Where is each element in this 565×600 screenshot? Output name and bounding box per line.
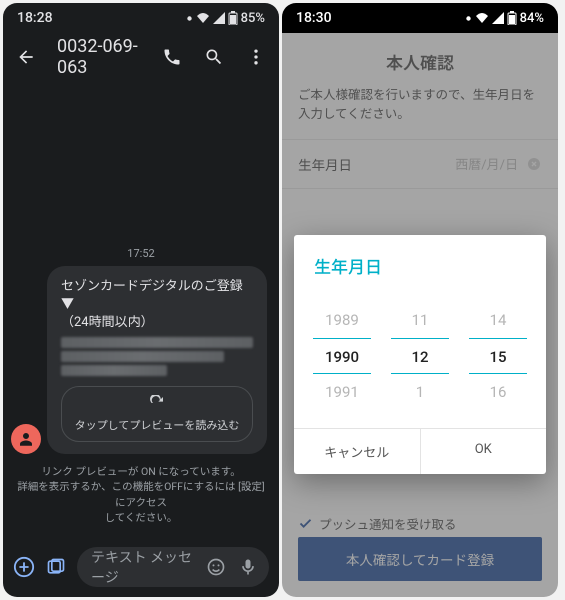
month-selected[interactable]: 12 (391, 338, 449, 374)
composer-bar: テキスト メッセージ (3, 541, 279, 597)
dot-icon (465, 15, 472, 22)
verification-app-screenshot: 18:30 84% 本人確認 ご本人様確認を行いますので、生年月日を入力してくだ… (282, 3, 558, 597)
gallery-icon[interactable] (45, 556, 67, 578)
message-body-redacted (61, 337, 253, 376)
person-icon (17, 430, 35, 448)
message-input[interactable]: テキスト メッセージ (77, 547, 269, 587)
message-input-placeholder: テキスト メッセージ (91, 547, 195, 587)
preview-reload-button[interactable]: タップしてプレビューを読み込む (61, 386, 253, 442)
status-icons: 85% (186, 11, 265, 26)
back-icon[interactable] (15, 46, 37, 68)
wifi-icon (475, 12, 489, 24)
year-prev[interactable]: 1989 (313, 302, 371, 338)
conversation-title: 0032-069-063 (57, 36, 141, 78)
messages-app-screenshot: 18:28 85% 0032-069-063 17:52 (3, 3, 279, 597)
status-battery: 85% (241, 11, 265, 26)
day-selected[interactable]: 15 (469, 338, 527, 374)
battery-icon (228, 11, 238, 25)
message-title: セゾンカードデジタルのご登録▼ （24時間以内） (61, 278, 253, 331)
ok-button[interactable]: OK (421, 429, 547, 474)
cancel-button[interactable]: キャンセル (294, 429, 421, 474)
sender-avatar[interactable] (11, 424, 41, 454)
status-time: 18:30 (296, 10, 332, 26)
preview-reload-label: タップしてプレビューを読み込む (75, 419, 240, 432)
link-preview-footnote: リンク プレビューが ON になっています。 詳細を表示するか、この機能をOFF… (17, 464, 265, 525)
year-selected[interactable]: 1990 (313, 338, 371, 374)
status-icons: 84% (465, 11, 544, 26)
add-icon[interactable] (13, 556, 35, 578)
conversation-toolbar: 0032-069-063 (3, 33, 279, 81)
date-picker-dialog: 生年月日 1989 1990 1991 11 12 1 14 15 16 (294, 235, 546, 474)
day-next[interactable]: 16 (469, 374, 527, 410)
emoji-icon[interactable] (205, 556, 227, 578)
dot-icon (186, 15, 193, 22)
search-icon[interactable] (203, 46, 225, 68)
message-timestamp: 17:52 (11, 247, 271, 260)
date-wheels: 1989 1990 1991 11 12 1 14 15 16 (294, 292, 546, 428)
status-bar: 18:28 85% (3, 3, 279, 33)
signal-icon (213, 12, 225, 24)
conversation-area: 17:52 セゾンカードデジタルのご登録▼ （24時間以内） タップしてプレビュ… (3, 81, 279, 541)
signal-icon (492, 12, 504, 24)
year-wheel[interactable]: 1989 1990 1991 (313, 302, 371, 410)
month-next[interactable]: 1 (391, 374, 449, 410)
mic-icon[interactable] (237, 556, 259, 578)
message-row: セゾンカードデジタルのご登録▼ （24時間以内） タップしてプレビューを読み込む (11, 266, 271, 454)
wifi-icon (196, 12, 210, 24)
message-bubble[interactable]: セゾンカードデジタルのご登録▼ （24時間以内） タップしてプレビューを読み込む (47, 266, 267, 454)
status-bar: 18:30 84% (282, 3, 558, 33)
year-next[interactable]: 1991 (313, 374, 371, 410)
day-prev[interactable]: 14 (469, 302, 527, 338)
battery-icon (507, 11, 517, 25)
month-prev[interactable]: 11 (391, 302, 449, 338)
reload-icon (62, 395, 252, 414)
more-icon[interactable] (245, 46, 267, 68)
status-battery: 84% (520, 11, 544, 26)
dialog-buttons: キャンセル OK (294, 428, 546, 474)
dialog-title: 生年月日 (294, 235, 546, 292)
day-wheel[interactable]: 14 15 16 (469, 302, 527, 410)
status-time: 18:28 (17, 10, 53, 26)
month-wheel[interactable]: 11 12 1 (391, 302, 449, 410)
call-icon[interactable] (161, 46, 183, 68)
verification-screen: 本人確認 ご本人様確認を行いますので、生年月日を入力してください。 生年月日 西… (282, 33, 558, 597)
